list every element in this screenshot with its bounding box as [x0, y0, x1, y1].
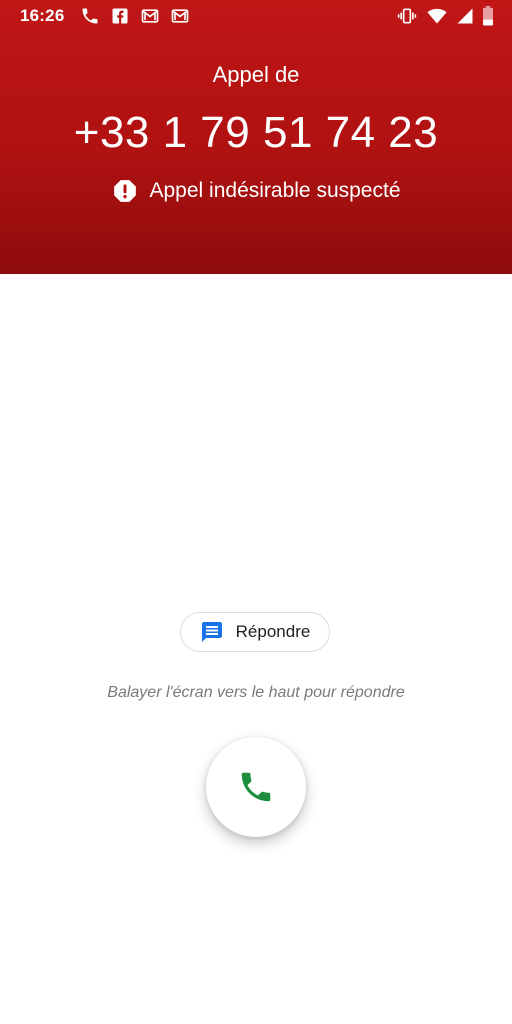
reply-with-message-button[interactable]: Répondre	[180, 612, 330, 652]
system-icons	[388, 6, 494, 26]
notification-icons	[80, 6, 200, 26]
phone-answer-icon	[241, 772, 271, 802]
caller-number: +33 1 79 51 74 23	[73, 108, 439, 157]
facebook-icon	[112, 8, 128, 24]
status-time: 16:26	[20, 6, 65, 25]
call-header: 16:26 Appel de +33 1 79 51 74 23 Appel i…	[0, 0, 512, 274]
reply-label: Répondre	[235, 622, 311, 641]
spam-warning-text: Appel indésirable suspecté	[149, 179, 401, 202]
warning-octagon-icon	[113, 180, 136, 202]
incoming-call-screen: 16:26 Appel de +33 1 79 51 74 23 Appel i…	[0, 0, 512, 1024]
battery-icon	[483, 6, 493, 26]
phone-icon	[82, 8, 98, 24]
signal-icon	[457, 8, 473, 24]
spam-warning: Appel indésirable suspecté	[0, 176, 512, 206]
vibrate-icon	[397, 8, 417, 24]
call-from-label: Appel de	[212, 62, 300, 87]
answer-call-button[interactable]	[206, 737, 306, 837]
message-icon	[201, 622, 222, 642]
status-bar: 16:26	[0, 0, 512, 34]
gmail-icon	[171, 9, 189, 23]
wifi-icon	[427, 8, 447, 24]
gmail-icon	[141, 9, 159, 23]
swipe-hint: Balayer l'écran vers le haut pour répond…	[107, 684, 405, 701]
